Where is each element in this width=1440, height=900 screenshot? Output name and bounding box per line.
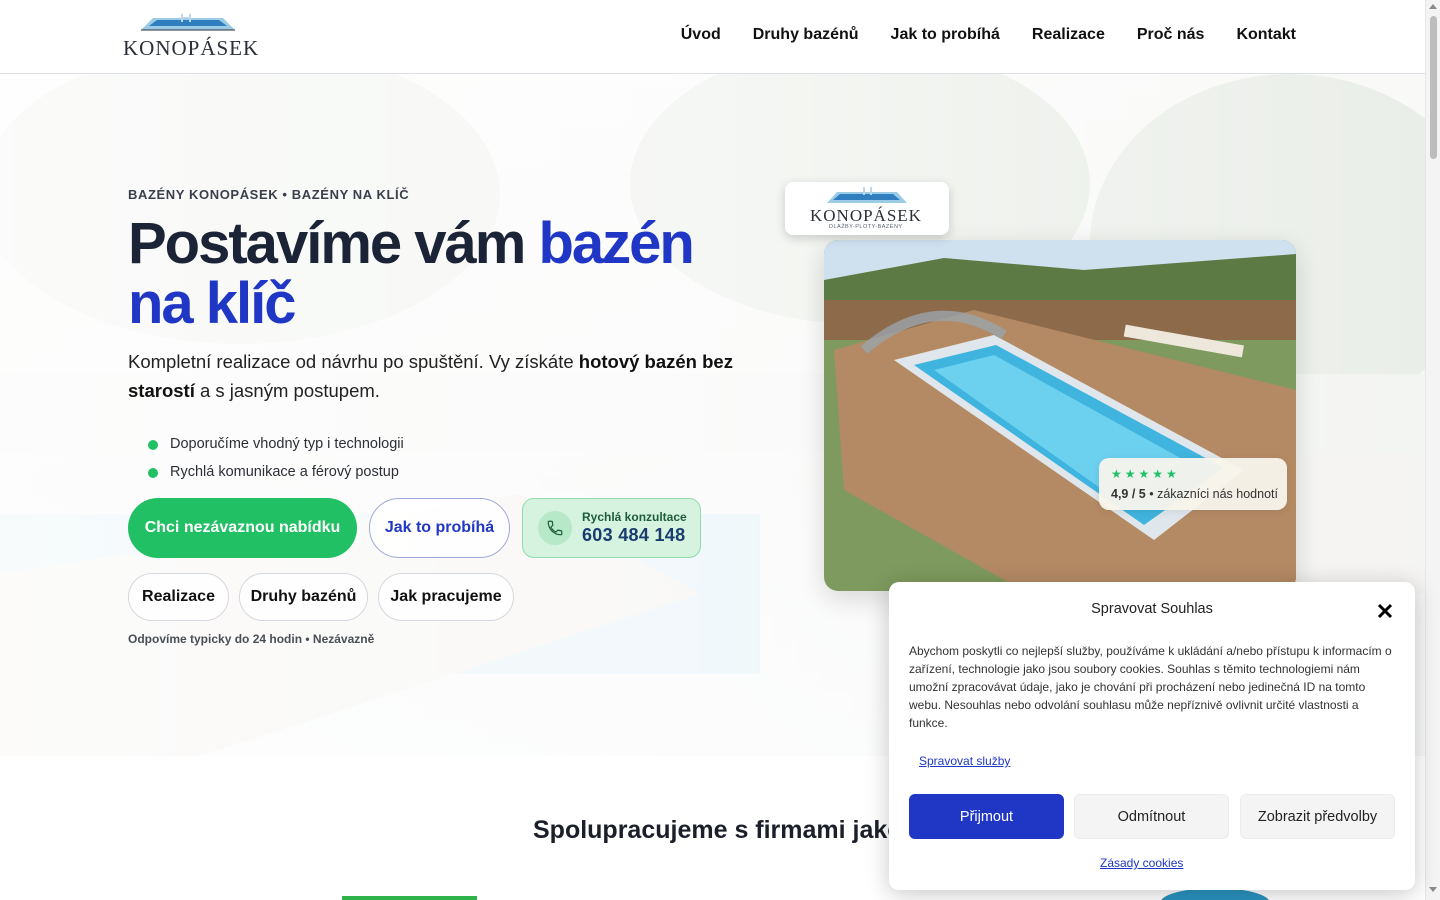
hero-lead-text-2: a s jasným postupem. xyxy=(194,380,380,401)
hero-eyebrow: BAZÉNY KONOPÁSEK • BAZÉNY NA KLÍČ xyxy=(128,187,410,202)
scroll-up-icon[interactable] xyxy=(1429,4,1437,9)
close-icon[interactable] xyxy=(1376,602,1394,620)
hero-lead-text-1: Kompletní realizace od návrhu po spuštěn… xyxy=(128,351,579,372)
pool-logo-icon xyxy=(827,187,907,203)
nav-item-jak-to-probiha[interactable]: Jak to probíhá xyxy=(891,26,1000,44)
hero-lead: Kompletní realizace od návrhu po spuštěn… xyxy=(128,347,738,405)
main-nav: Úvod Druhy bazénů Jak to probíhá Realiza… xyxy=(681,26,1296,44)
nav-item-druhy-bazenu[interactable]: Druhy bazénů xyxy=(753,26,859,44)
phone-icon xyxy=(538,511,572,545)
show-preferences-button[interactable]: Zobrazit předvolby xyxy=(1240,794,1395,839)
how-it-works-button[interactable]: Jak to probíhá xyxy=(369,498,510,558)
pool-logo-icon xyxy=(141,14,235,31)
hero-title-main: Postavíme vám xyxy=(128,211,539,276)
manage-services-link[interactable]: Spravovat služby xyxy=(919,754,1010,768)
get-offer-button[interactable]: Chci nezávaznou nabídku xyxy=(128,498,357,558)
logo-text: KONOPÁSEK xyxy=(123,36,260,60)
partners-title: Spolupracujeme s firmami jako xyxy=(533,816,903,844)
scroll-down-icon[interactable] xyxy=(1429,887,1437,892)
nav-item-kontakt[interactable]: Kontakt xyxy=(1236,26,1296,44)
hero-bullets: Doporučíme vhodný typ i technologii Rych… xyxy=(148,433,404,489)
bullet-item: Doporučíme vhodný typ i technologii xyxy=(148,433,404,461)
nav-item-realizace[interactable]: Realizace xyxy=(1032,26,1105,44)
cookie-body: Abychom poskytli co nejlepší služby, pou… xyxy=(909,644,1392,730)
scroll-thumb[interactable] xyxy=(1430,16,1437,159)
pill-druhy-bazenu[interactable]: Druhy bazénů xyxy=(239,573,368,621)
site-header: KONOPÁSEK Úvod Druhy bazénů Jak to probí… xyxy=(0,0,1425,74)
cookie-title: Spravovat Souhlas xyxy=(1091,601,1213,617)
accept-button[interactable]: Přijmout xyxy=(909,794,1064,839)
phone-number: 603 484 148 xyxy=(582,525,686,545)
nav-item-proc-nas[interactable]: Proč nás xyxy=(1137,26,1205,44)
rating-badge: ★★★★★ 4,9 / 5 • zákazníci nás hodnotí xyxy=(1099,458,1287,510)
rating-label: • zákazníci nás hodnotí xyxy=(1145,487,1278,501)
pill-realizace[interactable]: Realizace xyxy=(128,573,229,621)
hero-title: Postavíme vám bazén na klíč xyxy=(128,214,768,334)
quick-consultation-button[interactable]: Rychlá konzultace 603 484 148 xyxy=(522,498,701,558)
cookie-policy-link[interactable]: Zásady cookies xyxy=(1100,856,1183,870)
phone-label: Rychlá konzultace xyxy=(582,510,687,524)
nav-item-uvod[interactable]: Úvod xyxy=(681,26,721,44)
site-logo[interactable]: KONOPÁSEK xyxy=(123,14,258,60)
bullet-item: Rychlá komunikace a férový postup xyxy=(148,461,404,489)
deny-button[interactable]: Odmítnout xyxy=(1074,794,1229,839)
page-scrollbar[interactable] xyxy=(1425,0,1440,900)
pool-image xyxy=(824,240,1296,591)
card-logo-text: KONOPÁSEK xyxy=(810,206,922,225)
response-note: Odpovíme typicky do 24 hodin • Nezávazně xyxy=(128,632,375,646)
cookie-consent-dialog: Spravovat Souhlas Abychom poskytli co ne… xyxy=(889,582,1415,890)
stars-icon: ★★★★★ xyxy=(1111,467,1180,481)
rating-text: 4,9 / 5 • zákazníci nás hodnotí xyxy=(1111,487,1278,501)
rating-value: 4,9 / 5 xyxy=(1111,487,1146,501)
pill-jak-pracujeme[interactable]: Jak pracujeme xyxy=(378,573,514,621)
card-logo-badge: KONOPÁSEK DLAŽBY-PLOTY-BAZÉNY xyxy=(785,182,949,235)
partner-logo xyxy=(342,896,477,900)
pool-photo xyxy=(824,240,1296,591)
card-logo-subtitle: DLAŽBY-PLOTY-BAZÉNY xyxy=(829,224,903,230)
